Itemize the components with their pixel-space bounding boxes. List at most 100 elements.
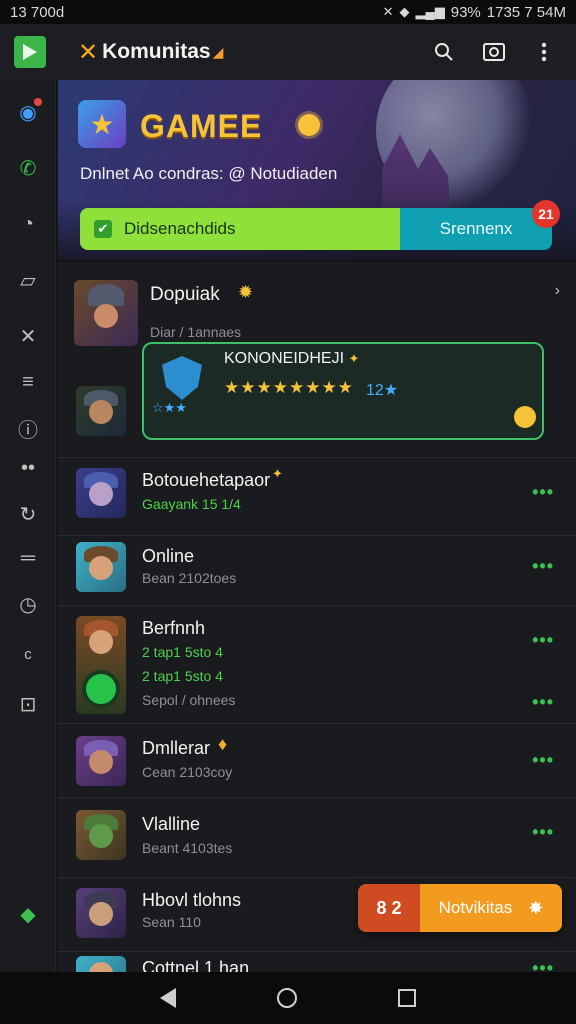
more-icon[interactable]: ••• [532, 556, 554, 577]
avatar [76, 810, 126, 860]
list-item-sub: Sean 110 [142, 914, 201, 930]
spark-icon: ✦ [272, 466, 283, 481]
rating-count: 12★ [366, 382, 399, 399]
status-icons: ✕ ◆ ▂▄▆ 93% 1735 7 54M [383, 4, 566, 21]
more-icon[interactable]: ••• [532, 822, 554, 843]
list-item-name: Cottnel 1 han [142, 958, 250, 972]
gold-badge-icon: ✹ [238, 282, 254, 302]
sidebar-item-square[interactable]: ⊡ [0, 688, 56, 720]
rating-stars: ★★★★★★★★ [224, 378, 354, 397]
download-button[interactable]: ✔ Didsenachdids Srennenx [80, 208, 552, 250]
download-progress: ✔ Didsenachdids [80, 208, 400, 250]
chevron-right-icon[interactable]: › [555, 282, 560, 300]
download-right-label: Srennenx [439, 219, 513, 238]
refresh-icon: ↻ [19, 503, 37, 526]
sidebar-item-history[interactable]: ◷ [0, 588, 56, 620]
sidebar-item-menu[interactable]: ≡ [0, 366, 56, 398]
list-item-sub: Beant 4103tes [142, 840, 233, 856]
avatar [76, 468, 126, 518]
sidebar-item-phone[interactable]: ✆ [0, 152, 56, 184]
list-item[interactable]: Cottnel 1 han ••• [58, 952, 576, 972]
media-icon[interactable] [482, 40, 506, 64]
community-list: Dopuiak ✹ › Diar / 1annaes ☆★★ KONONEIDH… [58, 262, 576, 972]
sidebar-item-dots[interactable]: •• [0, 452, 56, 484]
more-icon[interactable]: ••• [532, 692, 554, 713]
list-item[interactable]: Botouehetapaor ✦ Gaayank 15 1/4 ••• [58, 458, 576, 536]
sun-icon [298, 114, 320, 136]
home-icon[interactable] [276, 988, 297, 1008]
notification-dot [34, 98, 42, 106]
list-item-name: Vlalline [142, 814, 201, 834]
list-icon: ═ [20, 546, 36, 569]
sidebar-item-chat[interactable]: ▱ [0, 264, 56, 296]
list-item-name: Dmllerar [142, 738, 211, 758]
list-item[interactable]: Berfnnh 2 tap1 5sto 4 2 tap1 5sto 4 Sepo… [58, 606, 576, 724]
status-bar: 13 700d ✕ ◆ ▂▄▆ 93% 1735 7 54M [0, 0, 576, 24]
check-icon: ✔ [94, 220, 112, 238]
battery-percent: 93% [450, 3, 481, 21]
more-icon[interactable]: ••• [532, 482, 554, 503]
sidebar-item-refresh[interactable]: ↻ [0, 498, 56, 530]
notification-badge: 21 [532, 200, 560, 228]
list-item[interactable]: Dopuiak ✹ › Diar / 1annaes ☆★★ KONONEIDH… [58, 262, 576, 458]
avatar [76, 736, 126, 786]
featured-title: KONONEIDHEJI ✦ [224, 350, 359, 368]
fab-left-label: 8 2 [358, 884, 420, 932]
avatar [76, 956, 126, 972]
back-icon[interactable] [160, 988, 177, 1008]
list-item-name: Botouehetapaor [142, 470, 271, 490]
sidebar-item-clock[interactable]: ◔ [0, 208, 56, 240]
sidebar-item-gem[interactable]: ◆ [0, 898, 56, 930]
list-item-name: Dopuiak [150, 284, 220, 305]
list-item-sub: Gaayank 15 1/4 [142, 496, 241, 512]
crossed-swords-icon: ✕ [19, 325, 37, 348]
game-banner[interactable]: ★ GAMEE Dnlnet Ao condras: @ Notudiaden … [58, 80, 576, 260]
menu-icon: ≡ [22, 370, 34, 393]
more-icon[interactable]: ••• [532, 750, 554, 771]
sidebar-item-tools[interactable]: ✕ [0, 320, 56, 352]
more-icon[interactable]: ••• [532, 630, 554, 651]
c-icon: c [24, 645, 32, 663]
status-clock: 1735 7 54M [486, 3, 566, 21]
info-icon: ⓘ [18, 419, 38, 442]
featured-card[interactable]: ☆★★ KONONEIDHEJI ✦ ★★★★★★★★ 12★ [142, 342, 544, 440]
spark-icon: ✦ [348, 351, 360, 366]
sidebar-item-compass[interactable]: ◉ [0, 96, 56, 128]
list-item-sub-green: 2 tap1 5sto 4 [142, 644, 223, 660]
frame-icon: ⊡ [19, 693, 37, 716]
sidebar-item-info[interactable]: ⓘ [0, 412, 56, 444]
avatar [74, 280, 138, 346]
banner-subtitle: Dnlnet Ao condras: @ Notudiaden [80, 164, 338, 183]
list-item-sub: Diar / 1annaes [150, 324, 242, 340]
game-logo-icon: ★ [78, 100, 126, 148]
sidebar-item-c[interactable]: c [0, 638, 56, 670]
more-vertical-icon[interactable] [532, 40, 556, 64]
brand-x-icon: ✕ [78, 38, 99, 66]
history-icon: ◷ [19, 593, 37, 616]
app-title: Komunitas [102, 40, 211, 63]
avatar [76, 616, 126, 714]
list-item-sub-green: 2 tap1 5sto 4 [142, 668, 223, 684]
mute-icon: ✕ [382, 4, 394, 19]
list-item[interactable]: Dmllerar ♦ Cean 2103coy ••• [58, 724, 576, 798]
app-bar-actions [432, 40, 556, 64]
more-icon[interactable]: ••• [532, 958, 554, 972]
app-logo-icon[interactable] [14, 36, 46, 68]
star-burst-icon: ✸ [528, 897, 544, 918]
gem-icon: ◆ [20, 903, 36, 926]
shield-icon [162, 356, 202, 400]
system-nav-bar [0, 972, 576, 1024]
featured-title-text: KONONEIDHEJI [224, 350, 345, 367]
notifications-fab[interactable]: 8 2 Notvikitas ✸ [358, 884, 562, 932]
recent-apps-icon[interactable] [397, 989, 416, 1007]
flame-icon: ♦ [218, 734, 228, 754]
wifi-icon: ◆ [399, 4, 410, 19]
shield-stars: ☆★★ [152, 400, 187, 415]
list-item[interactable]: Vlalline Beant 4103tes ••• [58, 798, 576, 878]
phone-icon: ✆ [19, 157, 37, 180]
search-icon[interactable] [432, 40, 456, 64]
list-item[interactable]: Online Bean 2102toes ••• [58, 536, 576, 606]
app-bar: ✕ Komunitas ◢ [0, 24, 576, 80]
sidebar-item-list[interactable]: ═ [0, 542, 56, 574]
avatar [76, 542, 126, 592]
